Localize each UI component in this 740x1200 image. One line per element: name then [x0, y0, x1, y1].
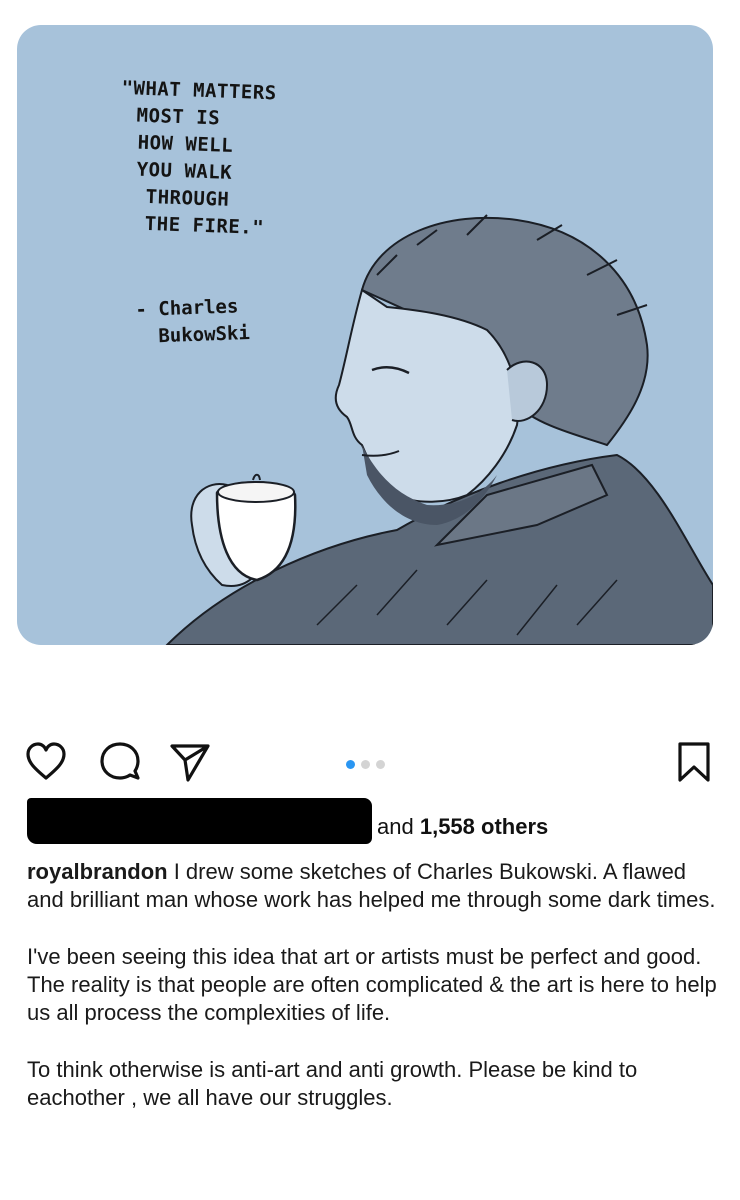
- like-button[interactable]: [24, 740, 68, 784]
- quote-author: - Charles BukowSki: [135, 293, 250, 351]
- quote-line: THE FIRE.": [144, 212, 265, 240]
- heart-icon: [26, 742, 66, 780]
- comment-button[interactable]: [98, 740, 142, 784]
- carousel-dot: [376, 760, 385, 769]
- likes-text[interactable]: and 1,558 others: [377, 814, 548, 840]
- author-line: BukowSki: [157, 322, 251, 348]
- redacted-username-block: [27, 798, 372, 844]
- quote-text: "WHAT MATTERS MOST IS HOW WELL YOU WALK …: [116, 75, 277, 242]
- bookmark-icon: [678, 742, 710, 782]
- likes-summary[interactable]: and 1,558 others: [27, 798, 727, 848]
- caption-username[interactable]: royalbrandon: [27, 859, 168, 884]
- likes-prefix: and: [377, 814, 414, 839]
- share-button[interactable]: [168, 740, 212, 784]
- carousel-dot: [361, 760, 370, 769]
- comment-icon: [100, 742, 140, 780]
- save-button[interactable]: [672, 740, 716, 784]
- likes-count[interactable]: 1,558 others: [420, 814, 548, 839]
- caption-paragraph: To think otherwise is anti-art and anti …: [27, 1057, 638, 1110]
- post-caption: royalbrandon I drew some sketches of Cha…: [27, 858, 717, 1141]
- quote-line: YOU WALK: [136, 158, 233, 184]
- paper-plane-icon: [170, 744, 210, 782]
- carousel-indicator: [346, 760, 385, 769]
- author-line: - Charles: [135, 295, 239, 321]
- post-image[interactable]: "WHAT MATTERS MOST IS HOW WELL YOU WALK …: [17, 25, 713, 645]
- carousel-dot-active: [346, 760, 355, 769]
- caption-paragraph: I've been seeing this idea that art or a…: [27, 944, 717, 1025]
- caption-paragraph: royalbrandon I drew some sketches of Cha…: [27, 858, 717, 914]
